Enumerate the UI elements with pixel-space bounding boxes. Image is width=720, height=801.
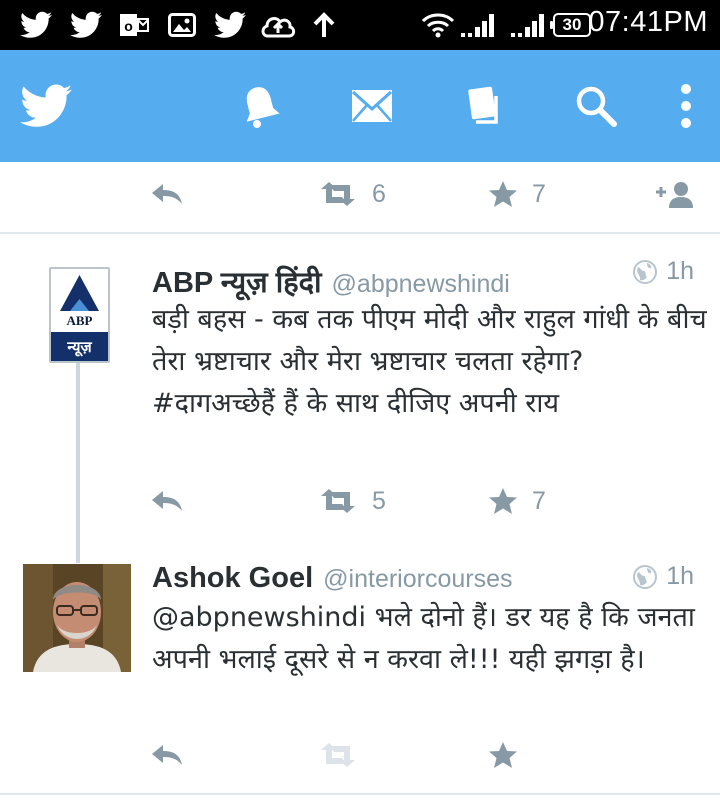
conversation-thread-line bbox=[76, 363, 80, 563]
avatar-ashok-goel[interactable] bbox=[23, 564, 131, 672]
gallery-icon bbox=[166, 9, 198, 41]
overflow-menu-icon[interactable] bbox=[658, 78, 714, 134]
favorite-button[interactable]: 7 bbox=[488, 174, 546, 214]
tweet-author-handle[interactable]: @interiorcourses bbox=[323, 565, 512, 594]
tweet-timestamp: 1h bbox=[632, 562, 694, 591]
svg-text:o: o bbox=[124, 18, 133, 34]
retweet-count: 6 bbox=[372, 179, 386, 208]
retweet-button[interactable] bbox=[318, 735, 358, 775]
star-icon bbox=[489, 742, 517, 768]
favorite-count: 7 bbox=[532, 179, 546, 208]
wifi-icon bbox=[420, 9, 456, 41]
tweet-author-name[interactable]: ABP न्यूज़ हिंदी bbox=[152, 262, 322, 301]
favorite-button[interactable]: 7 bbox=[488, 481, 546, 521]
tweet-header: Ashok Goel @interiorcourses bbox=[152, 562, 513, 598]
star-icon bbox=[489, 181, 517, 207]
globe-icon bbox=[633, 564, 658, 589]
status-bar: o 30 07:41PM bbox=[0, 0, 720, 50]
add-user-icon bbox=[656, 182, 693, 208]
reply-icon bbox=[152, 745, 182, 765]
tweet-header: ABP न्यूज़ हिंदी @abpnewshindi bbox=[152, 262, 510, 301]
tweet-time-label: 1h bbox=[666, 257, 694, 285]
search-icon[interactable] bbox=[568, 78, 624, 134]
app-toolbar bbox=[0, 50, 720, 162]
follow-button[interactable] bbox=[654, 174, 696, 214]
tweet-actions: 5 7 bbox=[0, 481, 720, 521]
reply-button[interactable] bbox=[150, 735, 184, 775]
tweet-time-label: 1h bbox=[666, 562, 694, 590]
notifications-bell-icon[interactable] bbox=[232, 78, 288, 134]
favorite-count: 7 bbox=[532, 486, 546, 515]
globe-icon bbox=[633, 259, 658, 284]
retweet-icon-disabled bbox=[321, 743, 355, 767]
twitter-bird-icon[interactable] bbox=[16, 78, 76, 134]
retweet-icon bbox=[321, 489, 355, 513]
retweet-count: 5 bbox=[372, 486, 386, 515]
retweet-button[interactable]: 6 bbox=[318, 174, 386, 214]
tweet-timestamp: 1h bbox=[632, 257, 694, 286]
divider bbox=[0, 232, 720, 234]
reply-icon bbox=[152, 491, 182, 511]
tweet-author-name[interactable]: Ashok Goel bbox=[152, 562, 313, 595]
reply-button[interactable] bbox=[150, 174, 184, 214]
reply-icon bbox=[152, 184, 182, 204]
clock: 07:41PM bbox=[588, 6, 708, 38]
cloud-upload-icon bbox=[258, 9, 298, 41]
upload-arrow-icon bbox=[310, 9, 338, 41]
divider bbox=[0, 793, 720, 795]
messages-envelope-icon[interactable] bbox=[344, 78, 400, 134]
outlook-icon: o bbox=[118, 9, 150, 41]
profile-photo bbox=[23, 564, 131, 672]
reply-button[interactable] bbox=[150, 481, 184, 521]
tweet-text: @abpnewshindi भले दोनो हैं। डर यह है कि … bbox=[152, 602, 695, 675]
twitter-icon bbox=[18, 9, 54, 41]
tweet-author-handle[interactable]: @abpnewshindi bbox=[332, 270, 510, 299]
signal-icon bbox=[508, 9, 546, 41]
retweet-button[interactable]: 5 bbox=[318, 481, 386, 521]
abp-logo-caption: न्यूज़ bbox=[51, 332, 108, 361]
avatar-abp-news[interactable]: ABP न्यूज़ bbox=[49, 267, 110, 363]
abp-logo-brand: ABP bbox=[66, 313, 93, 328]
twitter-icon bbox=[68, 9, 104, 41]
battery-icon: 30 bbox=[550, 13, 591, 37]
retweet-icon bbox=[321, 182, 355, 206]
signal-icon bbox=[458, 9, 496, 41]
tweet-actions bbox=[0, 735, 720, 775]
previous-tweet-actions: 6 7 bbox=[0, 174, 720, 214]
favorite-button[interactable] bbox=[488, 735, 518, 775]
abp-logo-mark: ABP bbox=[51, 269, 108, 332]
twitter-icon bbox=[212, 9, 248, 41]
star-icon bbox=[489, 488, 517, 514]
tweet-text: बड़ी बहस - कब तक पीएम मोदी और राहुल गांध… bbox=[152, 304, 707, 419]
drafts-icon[interactable] bbox=[456, 78, 512, 134]
